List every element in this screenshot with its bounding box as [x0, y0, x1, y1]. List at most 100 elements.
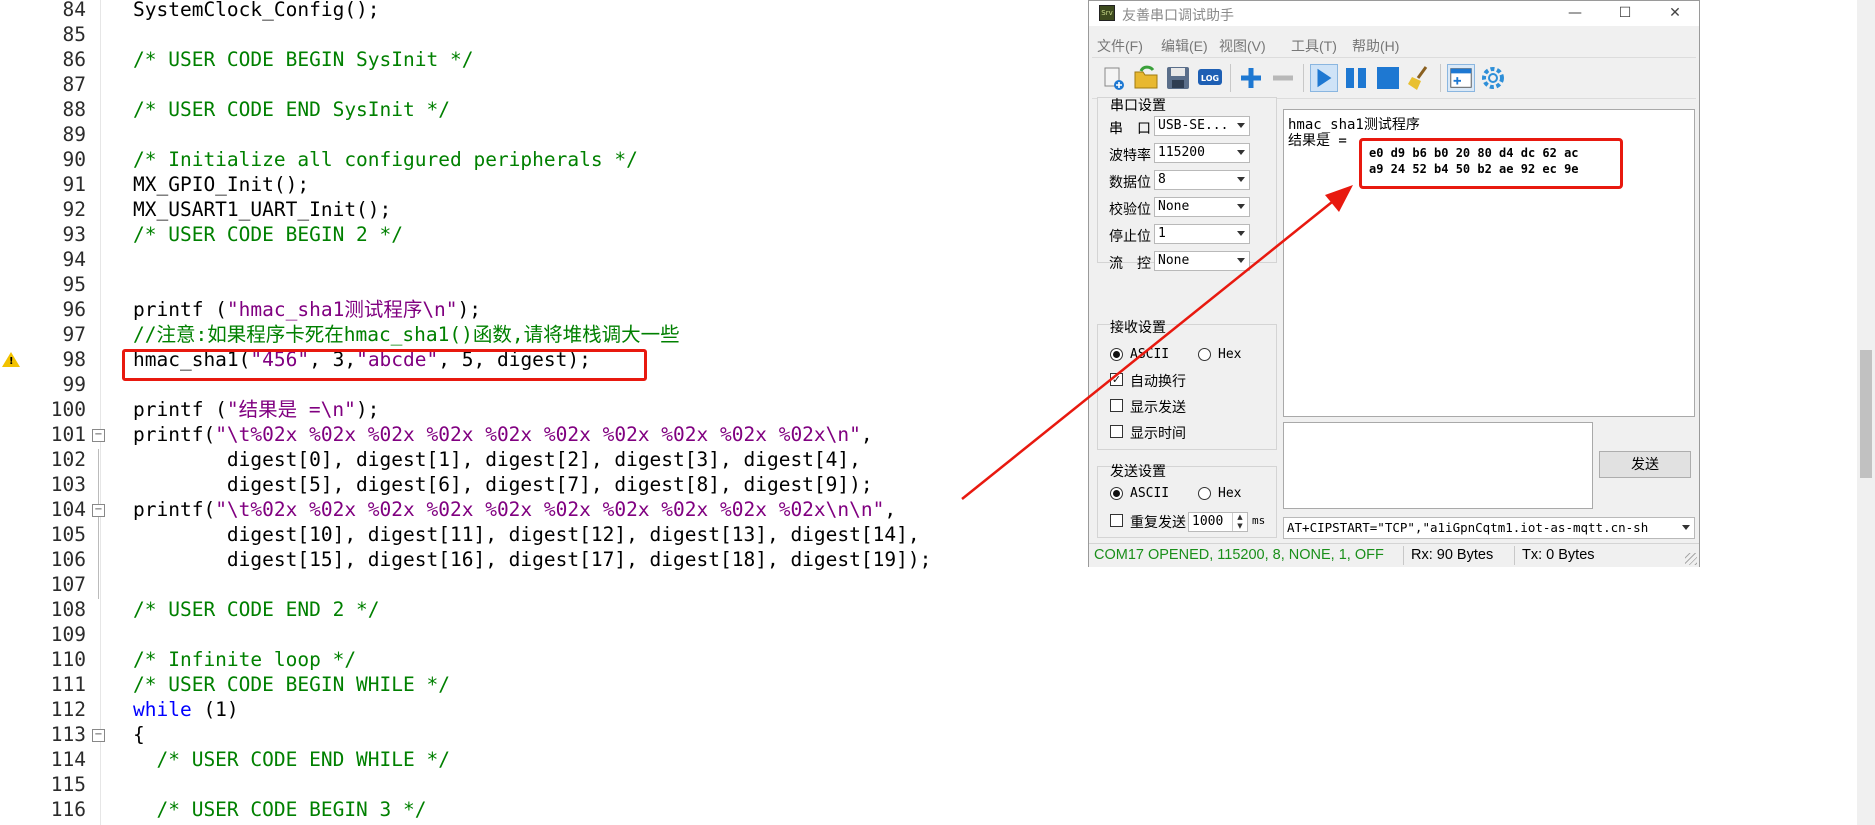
- code-line-92: MX_USART1_UART_Init();: [133, 198, 392, 221]
- line-number: 93: [62, 223, 86, 246]
- line-number: 96: [62, 298, 86, 321]
- play-icon[interactable]: [1310, 64, 1338, 92]
- code-line-101: printf("\t%02x %02x %02x %02x %02x %02x …: [133, 423, 873, 446]
- code-line-86: /* USER CODE BEGIN SysInit */: [133, 48, 474, 71]
- line-number: 112: [50, 698, 86, 721]
- status-bar: COM17 OPENED, 115200, 8, NONE, 1, OFF Rx…: [1089, 543, 1699, 567]
- close-button[interactable]: ✕: [1652, 1, 1698, 26]
- tx-bytes: Tx: 0 Bytes: [1522, 547, 1595, 563]
- line-number: 107: [50, 573, 86, 596]
- line-number: 88: [62, 98, 86, 121]
- code-line-111: /* USER CODE BEGIN WHILE */: [133, 673, 450, 696]
- port-label: 串 口: [1109, 120, 1151, 136]
- receive-line: 结果是 =: [1288, 133, 1347, 149]
- auto-wrap-label: 自动换行: [1130, 373, 1186, 389]
- code-line-96: printf ("hmac_sha1测试程序\n");: [133, 298, 482, 321]
- layout-icon[interactable]: [1447, 64, 1475, 92]
- fold-toggle-icon[interactable]: [92, 429, 105, 442]
- send-button[interactable]: 发送: [1599, 451, 1691, 478]
- code-line-114: /* USER CODE END WHILE */: [133, 748, 450, 771]
- line-number: 92: [62, 198, 86, 221]
- send-settings-title: 发送设置: [1110, 463, 1166, 479]
- rx-bytes: Rx: 90 Bytes: [1411, 547, 1494, 563]
- chevron-down-icon: [1237, 258, 1245, 263]
- maximize-button[interactable]: ☐: [1602, 1, 1648, 26]
- flow-select[interactable]: None: [1154, 251, 1250, 271]
- repeat-send-checkbox[interactable]: [1110, 514, 1123, 527]
- code-line-113: {: [133, 723, 145, 746]
- toolbar-separator: [1303, 64, 1304, 92]
- resize-grip-icon[interactable]: [1685, 553, 1697, 565]
- title-bar[interactable]: Srv 友善串口调试助手 — ☐ ✕: [1089, 1, 1699, 26]
- serial-settings-title: 串口设置: [1110, 97, 1166, 113]
- add-icon[interactable]: [1237, 64, 1265, 92]
- line-number: 103: [50, 473, 86, 496]
- remove-icon[interactable]: [1269, 64, 1297, 92]
- new-session-icon[interactable]: [1100, 64, 1128, 92]
- stopbits-select[interactable]: 1: [1154, 224, 1250, 244]
- tx-ascii-radio[interactable]: [1110, 487, 1123, 500]
- chevron-down-icon: [1237, 231, 1245, 236]
- baud-select[interactable]: 115200: [1154, 143, 1250, 163]
- line-number: 102: [50, 448, 86, 471]
- interval-stepper[interactable]: 1000 ▲ ▼: [1188, 512, 1248, 532]
- fold-toggle-icon[interactable]: [92, 729, 105, 742]
- open-folder-icon[interactable]: [1132, 64, 1160, 92]
- code-line-90: /* Initialize all configured peripherals…: [133, 148, 638, 171]
- databits-label: 数据位: [1109, 174, 1151, 190]
- send-textarea[interactable]: [1283, 422, 1593, 509]
- toolbar: LOG: [1092, 57, 1696, 99]
- code-line-108: /* USER CODE END 2 */: [133, 598, 380, 621]
- rx-ascii-label: ASCII: [1130, 347, 1170, 362]
- rx-hex-radio[interactable]: [1198, 348, 1211, 361]
- menu-tools[interactable]: 工具(T): [1291, 36, 1337, 56]
- chevron-down-icon: [1237, 123, 1245, 128]
- code-line-116: /* USER CODE BEGIN 3 */: [133, 798, 427, 821]
- app-logo-icon: Srv: [1099, 5, 1115, 21]
- show-time-label: 显示时间: [1130, 425, 1186, 441]
- warning-icon-mark: !: [9, 356, 14, 367]
- show-send-checkbox[interactable]: [1110, 399, 1123, 412]
- save-icon[interactable]: [1164, 64, 1192, 92]
- line-number: 99: [62, 373, 86, 396]
- editor-scrollbar-thumb[interactable]: [1860, 350, 1872, 478]
- databits-select[interactable]: 8: [1154, 170, 1250, 190]
- code-line-88: /* USER CODE END SysInit */: [133, 98, 450, 121]
- send-settings-panel: 发送设置 ASCII Hex 重复发送 1000 ▲ ▼ ms: [1097, 463, 1277, 538]
- stop-icon[interactable]: [1374, 64, 1402, 92]
- log-icon-text: LOG: [1201, 74, 1219, 83]
- show-send-label: 显示发送: [1130, 399, 1186, 415]
- fold-guide-line: [98, 449, 99, 599]
- fold-toggle-icon[interactable]: [92, 504, 105, 517]
- code-line-100: printf ("结果是 =\n");: [133, 398, 380, 421]
- tx-ascii-label: ASCII: [1130, 486, 1170, 501]
- command-select[interactable]: AT+CIPSTART="TCP","a1iGpnCqtm1.iot-as-mq…: [1283, 517, 1695, 539]
- port-select[interactable]: USB-SE...: [1154, 116, 1250, 136]
- clear-broom-icon[interactable]: [1406, 64, 1434, 92]
- auto-wrap-checkbox[interactable]: ✓: [1110, 373, 1123, 386]
- line-number: 106: [50, 548, 86, 571]
- chevron-down-icon: [1237, 150, 1245, 155]
- menu-help[interactable]: 帮助(H): [1352, 36, 1399, 56]
- interval-unit: ms: [1252, 514, 1266, 527]
- rx-ascii-radio[interactable]: [1110, 348, 1123, 361]
- settings-gear-icon[interactable]: [1479, 64, 1507, 92]
- line-number: 95: [62, 273, 86, 296]
- stepper-arrows-icon[interactable]: ▲ ▼: [1232, 513, 1247, 531]
- menu-bar: 文件(F) 编辑(E) 视图(V) 工具(T) 帮助(H): [1089, 31, 1699, 56]
- menu-file[interactable]: 文件(F): [1097, 36, 1143, 56]
- serial-assistant-window[interactable]: Srv 友善串口调试助手 — ☐ ✕ 文件(F) 编辑(E) 视图(V) 工具(…: [1088, 0, 1700, 567]
- receive-settings-panel: 接收设置 ASCII Hex ✓ 自动换行 显示发送 显示时间: [1097, 319, 1277, 450]
- show-time-checkbox[interactable]: [1110, 425, 1123, 438]
- line-number: 116: [50, 798, 86, 821]
- menu-view[interactable]: 视图(V): [1219, 36, 1266, 56]
- minimize-button[interactable]: —: [1552, 1, 1598, 26]
- toolbar-separator: [1230, 64, 1231, 92]
- code-line-106: digest[15], digest[16], digest[17], dige…: [133, 548, 932, 571]
- menu-edit[interactable]: 编辑(E): [1161, 36, 1208, 56]
- pause-icon[interactable]: [1342, 64, 1370, 92]
- parity-select[interactable]: None: [1154, 197, 1250, 217]
- line-number: 85: [62, 23, 86, 46]
- log-icon[interactable]: LOG: [1196, 64, 1224, 92]
- tx-hex-radio[interactable]: [1198, 487, 1211, 500]
